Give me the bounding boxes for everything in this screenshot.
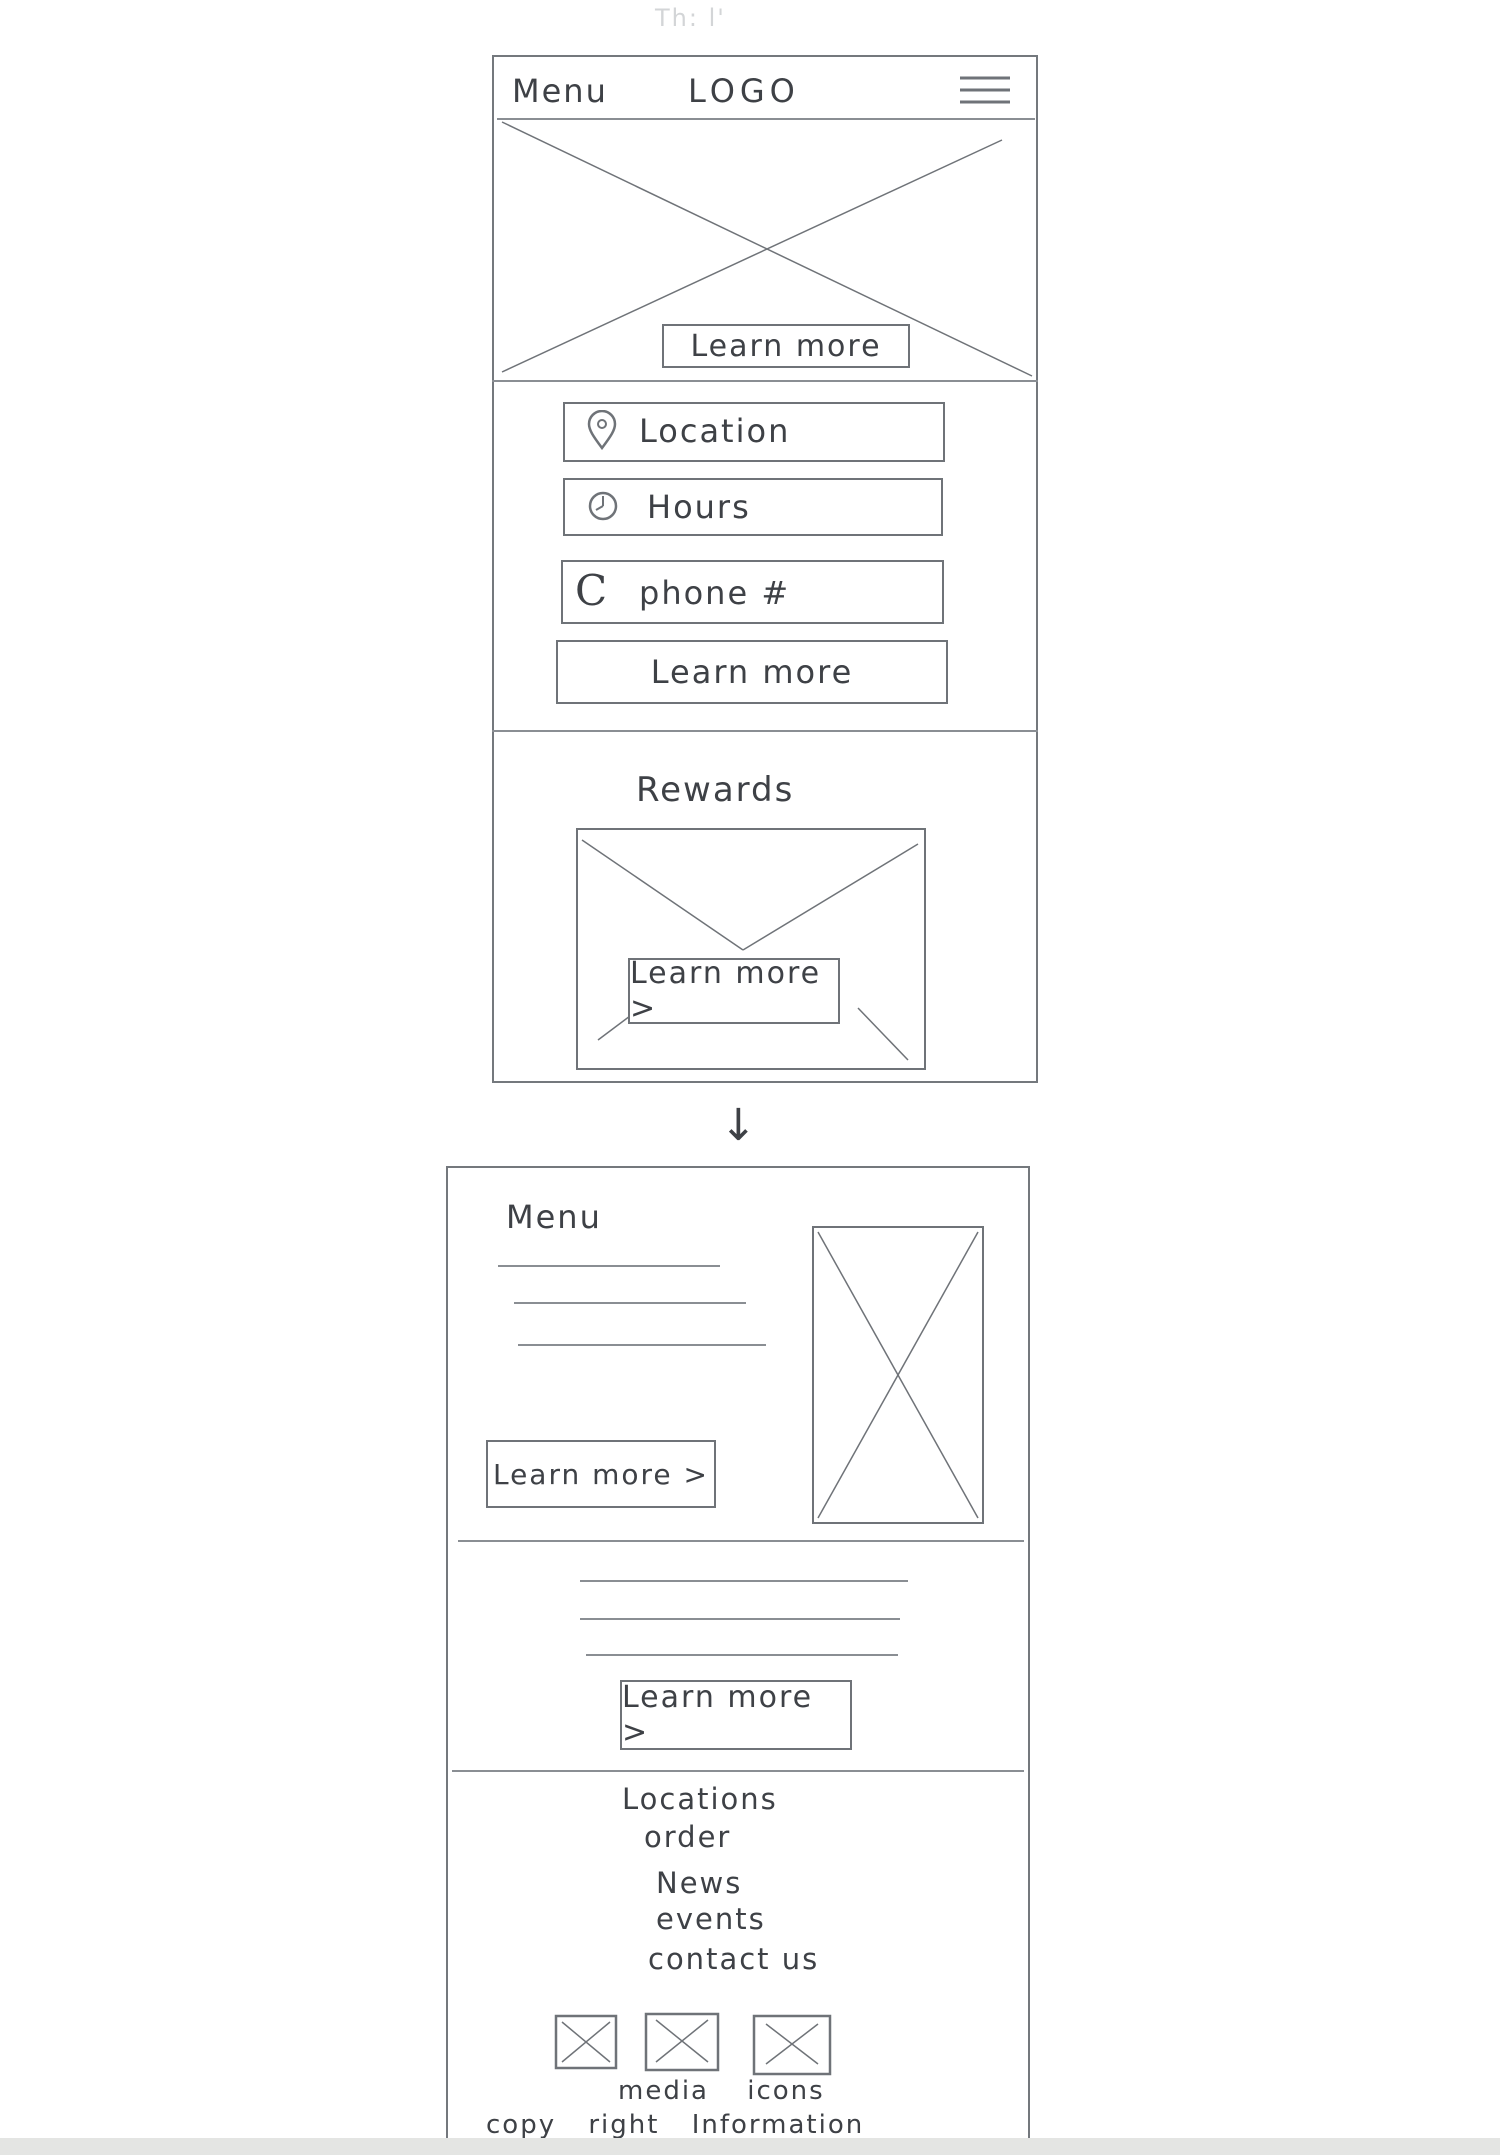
rewards-image-placeholder (576, 828, 926, 1070)
header-logo[interactable]: LOGO (688, 72, 800, 110)
footer-link-order[interactable]: order (644, 1820, 731, 1854)
clock-icon (588, 491, 618, 521)
footer-link-news[interactable]: News (656, 1866, 742, 1900)
phone-icon: C (575, 566, 610, 615)
info-divider (492, 730, 1038, 732)
faint-header-text: Th: l' (655, 4, 726, 32)
footer-link-locations[interactable]: Locations (622, 1782, 778, 1816)
footer-link-contact-us[interactable]: contact us (648, 1942, 819, 1976)
social-media-icon-2[interactable] (644, 2012, 720, 2072)
menu-text-line-2 (514, 1302, 746, 1304)
hero-learn-more-button[interactable]: Learn more (662, 324, 910, 368)
down-arrow-icon: ↓ (720, 1100, 757, 1151)
phone-label: phone # (639, 574, 791, 612)
media-icons-caption: media icons (618, 2076, 825, 2106)
scan-bottom-strip (0, 2138, 1500, 2155)
menu-section-title: Menu (506, 1198, 602, 1236)
text-section-divider (452, 1770, 1024, 1772)
info-learn-more-button[interactable]: Learn more (556, 640, 948, 704)
text-section-learn-more-button[interactable]: Learn more > (620, 1680, 852, 1750)
social-media-icon-1[interactable] (554, 2014, 618, 2070)
rewards-title: Rewards (636, 770, 795, 810)
header-menu-link[interactable]: Menu (512, 72, 608, 110)
footer-link-events[interactable]: events (656, 1902, 766, 1936)
social-media-icon-3[interactable] (752, 2014, 832, 2076)
hours-label: Hours (647, 488, 751, 526)
menu-section-divider (458, 1540, 1024, 1542)
text-section-line-1 (580, 1580, 908, 1582)
menu-text-line-1 (498, 1265, 720, 1267)
location-row[interactable]: Location (563, 402, 945, 462)
map-pin-icon (587, 410, 617, 450)
copyright-text: copy right Information (486, 2110, 865, 2140)
menu-learn-more-button[interactable]: Learn more > (486, 1440, 716, 1508)
hours-row[interactable]: Hours (563, 478, 943, 536)
location-label: Location (639, 412, 791, 450)
text-section-line-2 (580, 1618, 900, 1620)
text-section-line-3 (586, 1654, 898, 1656)
hero-divider (492, 380, 1038, 382)
rewards-image-cross (581, 839, 919, 1061)
phone-row[interactable]: C phone # (561, 560, 944, 624)
menu-image-cross (817, 1231, 979, 1519)
rewards-learn-more-button[interactable]: Learn more > (628, 956, 840, 1026)
menu-text-line-3 (518, 1344, 766, 1346)
hamburger-menu-icon[interactable] (958, 72, 1014, 112)
menu-image-placeholder (812, 1226, 984, 1524)
